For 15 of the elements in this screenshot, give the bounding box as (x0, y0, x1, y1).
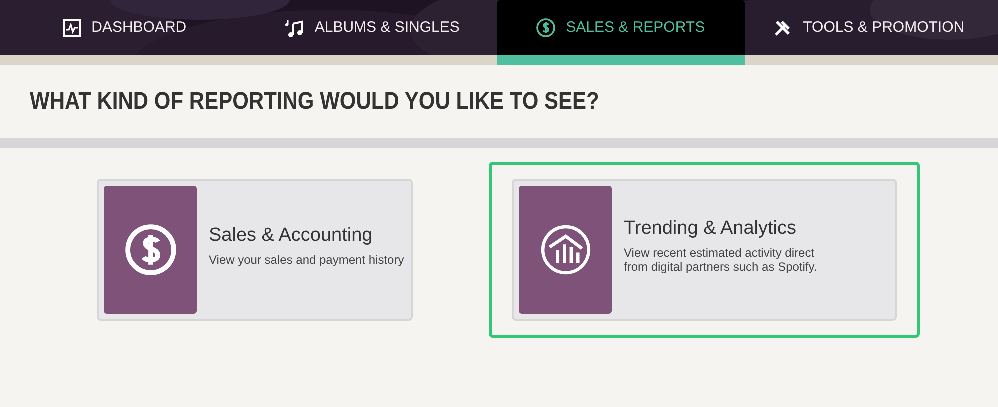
report-option-card[interactable]: Trending & Analytics View recent estimated activity direct from digital partners such as Spotify. (512, 179, 897, 321)
pulse-chart-icon (62, 18, 82, 38)
report-option-card[interactable]: Sales & Accounting View your sales and payment history (97, 179, 413, 321)
nav-tab[interactable]: DASHBOARD (0, 0, 248, 55)
bar-chart-icon (538, 223, 592, 277)
option-title: Trending & Analytics (624, 218, 798, 240)
option-description: View your sales and payment history (209, 253, 404, 267)
music-notes-icon (284, 18, 305, 38)
nav-tab[interactable]: ALBUMS & SINGLES (248, 0, 496, 55)
option-description: View recent estimated activity direct from digital partners such as Spotify. (624, 246, 818, 274)
option-title: Sales & Accounting (209, 225, 374, 247)
dollar-icon (536, 18, 556, 38)
dollar-icon (124, 223, 178, 277)
page-heading: WHAT KIND OF REPORTING WOULD YOU LIKE TO SEE? (30, 88, 600, 116)
nav-tab[interactable]: SALES & REPORTS (496, 0, 745, 55)
